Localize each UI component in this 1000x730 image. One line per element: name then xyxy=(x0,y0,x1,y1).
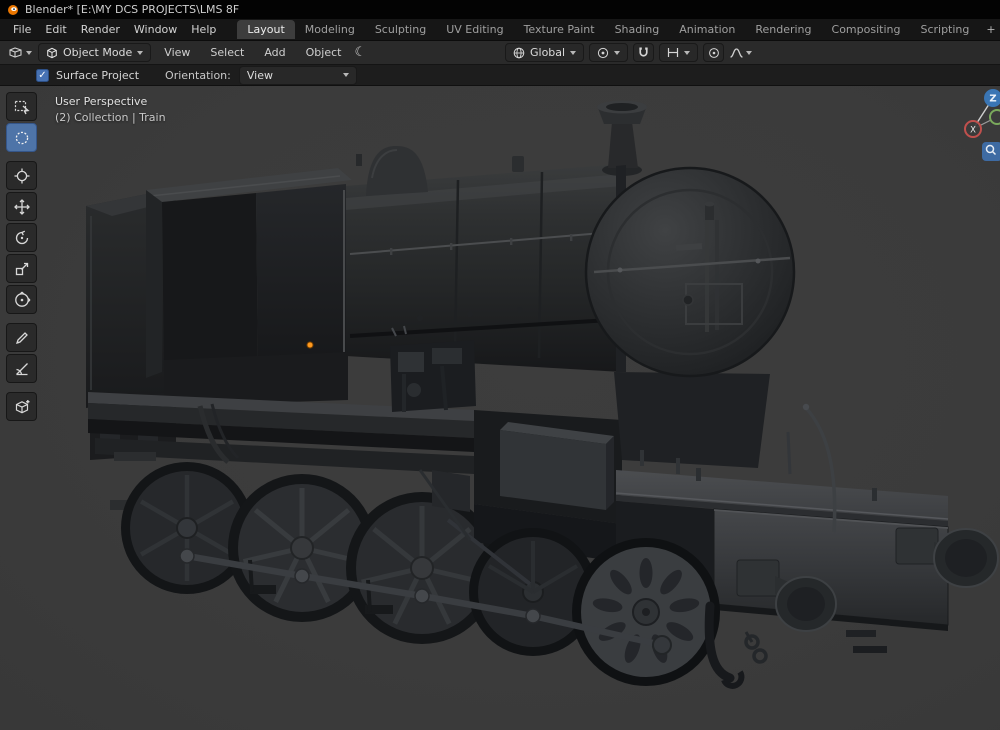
axis-z-label: Z xyxy=(989,94,996,105)
select-circle-icon xyxy=(15,131,28,144)
zoom-view-icon[interactable] xyxy=(982,142,1000,161)
orientation-dropdown[interactable]: Global xyxy=(505,43,585,62)
snap-target-icon xyxy=(667,48,679,57)
3d-scene xyxy=(86,100,999,689)
viewport-toolbar xyxy=(6,92,37,423)
loco-boiler xyxy=(346,164,622,372)
orientation-setting-label: Orientation: xyxy=(165,68,231,82)
orientation-setting-dropdown[interactable]: View xyxy=(238,65,357,85)
scale-tool-icon xyxy=(15,262,28,275)
tool-transform[interactable] xyxy=(6,285,37,314)
tool-add-cube[interactable] xyxy=(6,392,37,421)
tool-move[interactable] xyxy=(6,192,37,221)
loco-front-wheel xyxy=(572,538,720,686)
loco-cylinder xyxy=(500,422,614,510)
select-box-icon xyxy=(14,100,30,114)
window-title: Blender* [E:\MY DCS PROJECTS\LMS 8F xyxy=(25,3,240,16)
transform-snap-cluster: Global xyxy=(505,43,753,62)
tool-settings-bar: ✓ Surface Project Orientation: View xyxy=(0,65,1000,86)
workspace-tabs: Layout Modeling Sculpting UV Editing Tex… xyxy=(237,20,1000,39)
navigation-gizmo[interactable]: Z X xyxy=(948,88,1000,218)
tool-rotate[interactable] xyxy=(6,223,37,252)
tool-select-circle[interactable] xyxy=(6,123,37,152)
menu-add[interactable]: Add xyxy=(257,44,292,61)
surface-project-label: Surface Project xyxy=(56,68,140,82)
object-origin-dot xyxy=(306,341,314,349)
orientation-value: Global xyxy=(530,46,566,59)
tab-shading[interactable]: Shading xyxy=(605,20,670,39)
rotate-tool-icon xyxy=(15,230,28,244)
tab-sculpting[interactable]: Sculpting xyxy=(365,20,436,39)
editor-type-button[interactable] xyxy=(8,43,32,62)
pivot-point-icon xyxy=(597,47,609,58)
locomotive-model[interactable] xyxy=(86,100,999,689)
proportional-falloff-button[interactable] xyxy=(729,43,753,62)
tab-scripting[interactable]: Scripting xyxy=(910,20,979,39)
axis-x-label: X xyxy=(970,126,976,136)
tool-select-box[interactable] xyxy=(6,92,37,121)
proportional-edit-button[interactable] xyxy=(703,43,725,62)
measure-tool-icon xyxy=(15,362,28,375)
tab-rendering[interactable]: Rendering xyxy=(745,20,821,39)
annotate-tool-icon xyxy=(15,331,28,344)
menu-window[interactable]: Window xyxy=(127,21,184,38)
3d-viewport[interactable]: User Perspective (2) Collection | Train xyxy=(0,86,1000,730)
tab-compositing[interactable]: Compositing xyxy=(822,20,911,39)
menu-help[interactable]: Help xyxy=(184,21,223,38)
menu-edit[interactable]: Edit xyxy=(38,21,73,38)
menu-select[interactable]: Select xyxy=(203,44,251,61)
add-cube-tool-icon xyxy=(15,399,29,413)
mode-dropdown[interactable]: Object Mode xyxy=(38,43,152,62)
transform-tool-icon xyxy=(14,291,30,307)
blender-app-icon xyxy=(8,4,18,15)
tool-scale[interactable] xyxy=(6,254,37,283)
editor-type-icon xyxy=(9,47,22,58)
menu-file[interactable]: File xyxy=(6,21,38,38)
tab-uv-editing[interactable]: UV Editing xyxy=(436,20,513,39)
falloff-curve-icon xyxy=(730,47,743,58)
topbar: File Edit Render Window Help Layout Mode… xyxy=(0,19,1000,41)
tab-texture-paint[interactable]: Texture Paint xyxy=(514,20,605,39)
surface-project-checkbox[interactable]: ✓ xyxy=(36,68,49,82)
mode-label: Object Mode xyxy=(63,46,133,59)
magnet-icon xyxy=(639,47,648,57)
axis-y-ball[interactable] xyxy=(989,109,1000,125)
tool-cursor[interactable] xyxy=(6,161,37,190)
object-mode-icon xyxy=(47,47,57,58)
tool-measure[interactable] xyxy=(6,354,37,383)
snap-target-dropdown[interactable] xyxy=(659,43,699,62)
tab-layout[interactable]: Layout xyxy=(237,20,295,39)
menu-render[interactable]: Render xyxy=(74,21,127,38)
snap-toggle-button[interactable] xyxy=(633,43,655,62)
menu-object[interactable]: Object xyxy=(299,44,349,61)
menu-view[interactable]: View xyxy=(157,44,197,61)
tab-animation[interactable]: Animation xyxy=(669,20,745,39)
move-tool-icon xyxy=(13,198,30,215)
tool-annotate[interactable] xyxy=(6,323,37,352)
add-workspace-button[interactable]: + xyxy=(979,20,1000,39)
loco-cab xyxy=(146,168,352,406)
viewport-header: Object Mode View Select Add Object ☾ Glo… xyxy=(0,41,1000,65)
globe-icon xyxy=(513,47,525,58)
cursor-tool-icon xyxy=(14,168,29,183)
tab-modeling[interactable]: Modeling xyxy=(295,20,365,39)
window-titlebar: Blender* [E:\MY DCS PROJECTS\LMS 8F xyxy=(0,0,1000,19)
pivot-point-dropdown[interactable] xyxy=(589,43,629,62)
proportional-edit-icon xyxy=(708,47,719,58)
orientation-setting-value: View xyxy=(246,68,273,82)
gizmo-toggle-icon[interactable]: ☾ xyxy=(354,46,366,59)
